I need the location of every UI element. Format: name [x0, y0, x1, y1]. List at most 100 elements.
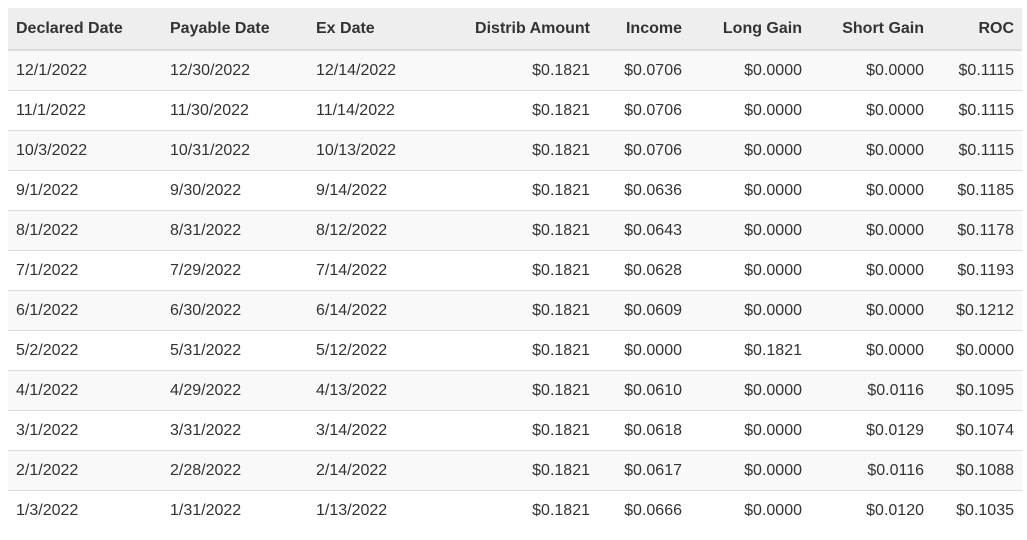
table-row: 6/1/2022 6/30/2022 6/14/2022 $0.1821 $0.0609… [8, 290, 1022, 331]
declared-date-cell: 3/1/2022 [8, 410, 162, 451]
short-gain-cell: $0.0000 [810, 130, 932, 171]
ex-date-cell: 11/14/2022 [308, 90, 440, 131]
column-header-distrib-amount[interactable]: Distrib Amount [440, 8, 598, 51]
ex-date-cell: 4/13/2022 [308, 370, 440, 411]
roc-cell: $0.1185 [932, 170, 1022, 211]
table-header: Declared Date Payable Date Ex Date Distr… [8, 8, 1022, 51]
column-header-payable-date[interactable]: Payable Date [162, 8, 308, 51]
roc-cell: $0.1115 [932, 49, 1022, 91]
income-cell: $0.0610 [598, 370, 690, 411]
short-gain-cell: $0.0000 [810, 290, 932, 331]
income-cell: $0.0617 [598, 450, 690, 491]
ex-date-cell: 9/14/2022 [308, 170, 440, 211]
declared-date-cell: 7/1/2022 [8, 250, 162, 291]
roc-cell: $0.1088 [932, 450, 1022, 491]
payable-date-cell: 4/29/2022 [162, 370, 308, 411]
column-header-short-gain[interactable]: Short Gain [810, 8, 932, 51]
long-gain-cell: $0.0000 [690, 90, 810, 131]
declared-date-cell: 5/2/2022 [8, 330, 162, 371]
long-gain-cell: $0.0000 [690, 250, 810, 291]
short-gain-cell: $0.0000 [810, 250, 932, 291]
table-body: 12/1/2022 12/30/2022 12/14/2022 $0.1821 $0.0… [8, 49, 1022, 530]
declared-date-cell: 9/1/2022 [8, 170, 162, 211]
ex-date-cell: 10/13/2022 [308, 130, 440, 171]
table-row: 5/2/2022 5/31/2022 5/12/2022 $0.1821 $0.0000… [8, 330, 1022, 371]
declared-date-cell: 1/3/2022 [8, 490, 162, 530]
table-row: 2/1/2022 2/28/2022 2/14/2022 $0.1821 $0.0617… [8, 450, 1022, 491]
ex-date-cell: 6/14/2022 [308, 290, 440, 331]
payable-date-cell: 10/31/2022 [162, 130, 308, 171]
short-gain-cell: $0.0000 [810, 49, 932, 91]
payable-date-cell: 7/29/2022 [162, 250, 308, 291]
income-cell: $0.0666 [598, 490, 690, 530]
distribution-history-table: Declared Date Payable Date Ex Date Distr… [8, 8, 1022, 530]
roc-cell: $0.1212 [932, 290, 1022, 331]
roc-cell: $0.1035 [932, 490, 1022, 530]
income-cell: $0.0609 [598, 290, 690, 331]
payable-date-cell: 9/30/2022 [162, 170, 308, 211]
declared-date-cell: 4/1/2022 [8, 370, 162, 411]
payable-date-cell: 2/28/2022 [162, 450, 308, 491]
roc-cell: $0.1115 [932, 90, 1022, 131]
table-row: 9/1/2022 9/30/2022 9/14/2022 $0.1821 $0.0636… [8, 170, 1022, 211]
short-gain-cell: $0.0000 [810, 330, 932, 371]
roc-cell: $0.1178 [932, 210, 1022, 251]
income-cell: $0.0000 [598, 330, 690, 371]
payable-date-cell: 12/30/2022 [162, 49, 308, 91]
column-header-declared-date[interactable]: Declared Date [8, 8, 162, 51]
long-gain-cell: $0.0000 [690, 130, 810, 171]
distribution-history-table-container: Declared Date Payable Date Ex Date Distr… [8, 8, 1022, 530]
payable-date-cell: 8/31/2022 [162, 210, 308, 251]
declared-date-cell: 11/1/2022 [8, 90, 162, 131]
income-cell: $0.0628 [598, 250, 690, 291]
column-header-long-gain[interactable]: Long Gain [690, 8, 810, 51]
distrib-amount-cell: $0.1821 [440, 370, 598, 411]
roc-cell: $0.1115 [932, 130, 1022, 171]
long-gain-cell: $0.0000 [690, 49, 810, 91]
declared-date-cell: 2/1/2022 [8, 450, 162, 491]
column-header-roc[interactable]: ROC [932, 8, 1022, 51]
table-row: 1/3/2022 1/31/2022 1/13/2022 $0.1821 $0.0666… [8, 490, 1022, 530]
payable-date-cell: 1/31/2022 [162, 490, 308, 530]
header-row: Declared Date Payable Date Ex Date Distr… [8, 8, 1022, 51]
distrib-amount-cell: $0.1821 [440, 210, 598, 251]
distrib-amount-cell: $0.1821 [440, 410, 598, 451]
table-row: 11/1/2022 11/30/2022 11/14/2022 $0.1821 $0.0… [8, 90, 1022, 131]
income-cell: $0.0706 [598, 130, 690, 171]
declared-date-cell: 12/1/2022 [8, 49, 162, 91]
long-gain-cell: $0.0000 [690, 450, 810, 491]
ex-date-cell: 1/13/2022 [308, 490, 440, 530]
distrib-amount-cell: $0.1821 [440, 130, 598, 171]
declared-date-cell: 10/3/2022 [8, 130, 162, 171]
table-row: 4/1/2022 4/29/2022 4/13/2022 $0.1821 $0.0610… [8, 370, 1022, 411]
long-gain-cell: $0.0000 [690, 410, 810, 451]
declared-date-cell: 8/1/2022 [8, 210, 162, 251]
income-cell: $0.0706 [598, 49, 690, 91]
long-gain-cell: $0.0000 [690, 290, 810, 331]
ex-date-cell: 5/12/2022 [308, 330, 440, 371]
distrib-amount-cell: $0.1821 [440, 490, 598, 530]
table-row: 12/1/2022 12/30/2022 12/14/2022 $0.1821 $0.0… [8, 49, 1022, 91]
short-gain-cell: $0.0000 [810, 90, 932, 131]
distrib-amount-cell: $0.1821 [440, 450, 598, 491]
distrib-amount-cell: $0.1821 [440, 170, 598, 211]
distrib-amount-cell: $0.1821 [440, 49, 598, 91]
payable-date-cell: 6/30/2022 [162, 290, 308, 331]
ex-date-cell: 7/14/2022 [308, 250, 440, 291]
short-gain-cell: $0.0120 [810, 490, 932, 530]
income-cell: $0.0706 [598, 90, 690, 131]
short-gain-cell: $0.0129 [810, 410, 932, 451]
payable-date-cell: 5/31/2022 [162, 330, 308, 371]
ex-date-cell: 8/12/2022 [308, 210, 440, 251]
distrib-amount-cell: $0.1821 [440, 90, 598, 131]
long-gain-cell: $0.0000 [690, 490, 810, 530]
column-header-income[interactable]: Income [598, 8, 690, 51]
distrib-amount-cell: $0.1821 [440, 330, 598, 371]
roc-cell: $0.1074 [932, 410, 1022, 451]
column-header-ex-date[interactable]: Ex Date [308, 8, 440, 51]
income-cell: $0.0636 [598, 170, 690, 211]
roc-cell: $0.1193 [932, 250, 1022, 291]
table-row: 3/1/2022 3/31/2022 3/14/2022 $0.1821 $0.0618… [8, 410, 1022, 451]
short-gain-cell: $0.0116 [810, 450, 932, 491]
short-gain-cell: $0.0000 [810, 170, 932, 211]
